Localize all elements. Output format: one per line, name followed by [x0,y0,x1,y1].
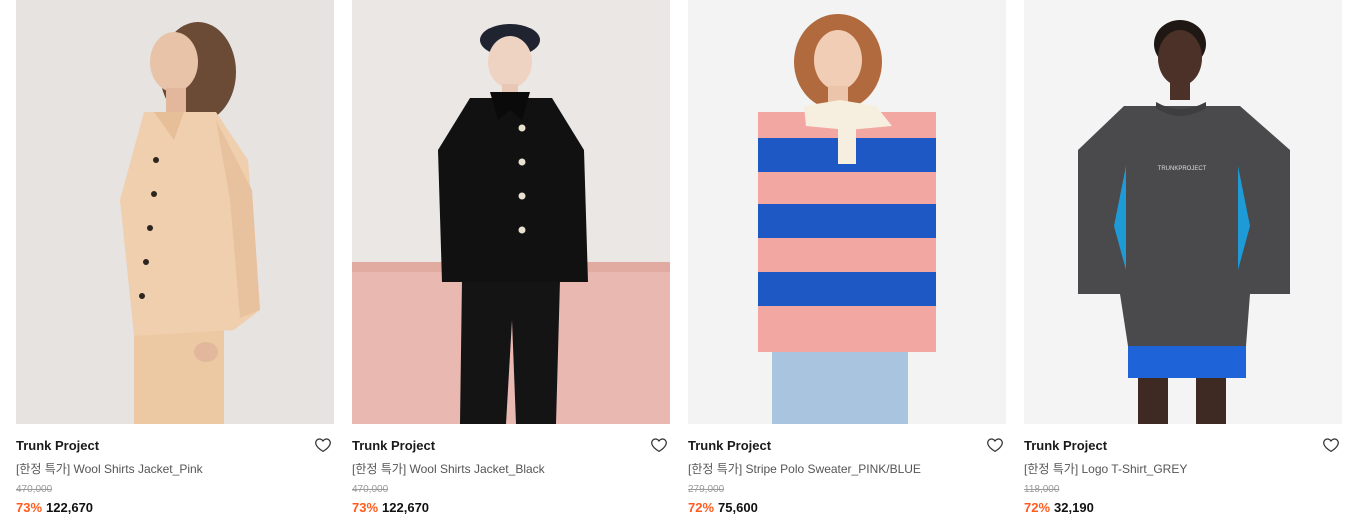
sale-price: 32,190 [1054,500,1094,515]
sale-price: 122,670 [382,500,430,515]
product-name[interactable]: [한정 특가] Wool Shirts Jacket_Pink [16,461,334,477]
logo-print: TRUNKPROJECT [1158,166,1207,172]
product-name[interactable]: [한정 특가] Logo T-Shirt_GREY [1024,461,1342,477]
brand-name[interactable]: Trunk Project [688,438,1006,454]
product-card[interactable]: Trunk Project [한정 특가] Stripe Polo Sweate… [688,0,1006,532]
product-info: Trunk Project [한정 특가] Wool Shirts Jacket… [352,424,670,516]
discount-rate: 72% [688,500,715,515]
product-name[interactable]: [한정 특가] Stripe Polo Sweater_PINK/BLUE [688,461,1006,477]
product-card[interactable]: Trunk Project [한정 특가] Wool Shirts Jacket… [16,0,334,532]
discount-rate: 73% [352,500,379,515]
original-price: 279,000 [688,484,725,495]
brand-name[interactable]: Trunk Project [1024,438,1342,454]
product-image[interactable]: TRUNKPROJECT [1024,0,1342,424]
product-card[interactable]: Trunk Project [한정 특가] Wool Shirts Jacket… [352,0,670,532]
original-price: 470,000 [16,484,53,495]
product-image[interactable] [352,0,670,424]
price-row: 72% 32,190 [1024,500,1342,516]
heart-outline-icon[interactable] [314,436,332,454]
sale-price: 122,670 [46,500,94,515]
brand-name[interactable]: Trunk Project [16,438,334,454]
product-name[interactable]: [한정 특가] Wool Shirts Jacket_Black [352,461,670,477]
original-price: 470,000 [352,484,389,495]
price-row: 72% 75,600 [688,500,1006,516]
discount-rate: 73% [16,500,43,515]
heart-outline-icon[interactable] [986,436,1004,454]
heart-outline-icon[interactable] [650,436,668,454]
product-image[interactable] [16,0,334,424]
product-info: Trunk Project [한정 특가] Stripe Polo Sweate… [688,424,1006,516]
product-info: Trunk Project [한정 특가] Logo T-Shirt_GREY … [1024,424,1342,516]
brand-name[interactable]: Trunk Project [352,438,670,454]
price-row: 73% 122,670 [16,500,334,516]
product-image[interactable] [688,0,1006,424]
sale-price: 75,600 [718,500,758,515]
price-row: 73% 122,670 [352,500,670,516]
original-price: 118,000 [1024,484,1060,495]
product-card[interactable]: TRUNKPROJECT Trunk Project [한정 특가] Logo … [1024,0,1342,532]
product-grid: Trunk Project [한정 특가] Wool Shirts Jacket… [16,0,1342,532]
discount-rate: 72% [1024,500,1051,515]
product-info: Trunk Project [한정 특가] Wool Shirts Jacket… [16,424,334,516]
heart-outline-icon[interactable] [1322,436,1340,454]
